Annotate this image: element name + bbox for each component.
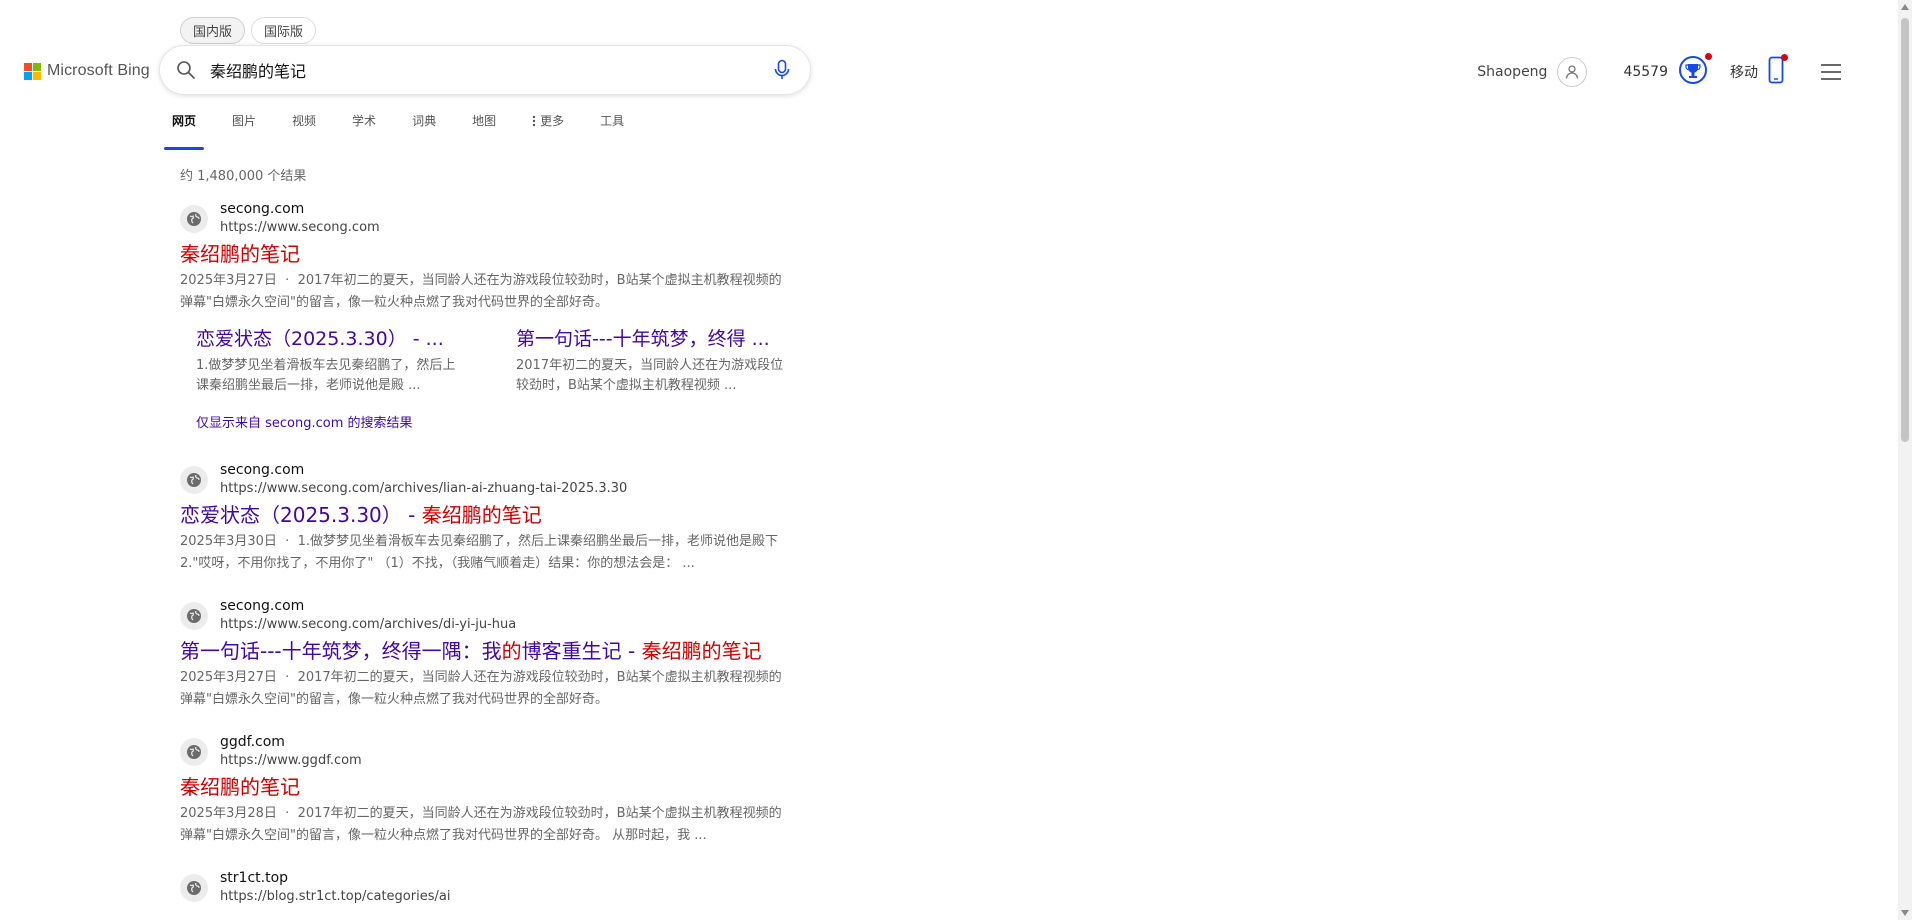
result-title-highlight: 的	[501, 639, 522, 663]
result-date: 2025年3月27日	[180, 273, 277, 288]
rewards-points: 45579	[1623, 64, 1668, 80]
result-domain: ggdf.com	[220, 734, 285, 750]
bing-logo[interactable]: Microsoft Bing	[24, 62, 150, 80]
user-name: Shaopeng	[1477, 64, 1548, 80]
rewards-badge[interactable]	[1678, 53, 1712, 89]
deeplink-item: 恋爱状态（2025.3.30） - ... 1.做梦梦见坐着滑板车去见秦绍鹏了，…	[196, 326, 466, 396]
globe-icon	[180, 602, 208, 630]
scrollbar-thumb[interactable]	[1901, 18, 1909, 442]
trophy-icon	[1679, 56, 1707, 84]
result-url: https://www.secong.com/archives/di-yi-ju…	[220, 617, 517, 632]
scroll-down-arrow-icon[interactable]	[1901, 910, 1909, 916]
result-title-highlight: 秦绍鹏的笔记	[421, 503, 542, 527]
result-source[interactable]: secong.com https://www.secong.com/archiv…	[180, 597, 790, 635]
mobile-button[interactable]: 移动	[1730, 54, 1788, 88]
result-title-highlight: 秦绍鹏的笔记	[641, 639, 762, 663]
result-title-part1: 第一句话---十年筑梦，终得一隅：我	[180, 639, 502, 663]
result-title-link[interactable]: 恋爱状态（2025.3.30） - 秦绍鹏的笔记	[180, 501, 790, 529]
more-vertical-icon	[532, 115, 536, 126]
result-url: https://blog.str1ct.top/categories/ai	[220, 889, 451, 904]
tab-web[interactable]: 网页	[163, 112, 205, 150]
avatar[interactable]	[1557, 57, 1588, 87]
tab-more-label: 更多	[540, 114, 565, 128]
result-source[interactable]: ggdf.com https://www.ggdf.com	[180, 733, 790, 771]
globe-icon	[180, 874, 208, 902]
result-url: https://www.ggdf.com	[220, 753, 362, 768]
microsoft-logo-icon	[24, 62, 41, 80]
result-title-part2: 博客重生记 -	[521, 639, 642, 663]
region-domestic-button[interactable]: 国内版	[180, 17, 246, 44]
results-list: 约 1,480,000 个结果 secong.com https://www.s…	[180, 165, 790, 920]
result-item: ggdf.com https://www.ggdf.com 秦绍鹏的笔记 202…	[180, 733, 790, 847]
microphone-icon[interactable]	[772, 59, 792, 81]
result-source[interactable]: secong.com https://www.secong.com	[180, 200, 790, 238]
deeplinks: 恋爱状态（2025.3.30） - ... 1.做梦梦见坐着滑板车去见秦绍鹏了，…	[180, 326, 790, 396]
result-url: https://www.secong.com	[220, 220, 380, 235]
tab-academic[interactable]: 学术	[352, 112, 376, 141]
result-item: secong.com https://www.secong.com/archiv…	[180, 597, 790, 711]
header-right: Shaopeng 45579 移动	[1477, 53, 1842, 89]
tab-dictionary[interactable]: 词典	[412, 112, 436, 141]
notification-dot	[1705, 53, 1712, 60]
rewards[interactable]: 45579	[1623, 53, 1712, 89]
search-bar	[160, 46, 810, 94]
person-icon	[1566, 65, 1579, 79]
user-account[interactable]: Shaopeng	[1477, 57, 1588, 87]
search-icon[interactable]	[176, 60, 196, 80]
region-switch: 国内版 国际版	[180, 17, 317, 44]
result-title-link[interactable]: 秦绍鹏的笔记	[180, 240, 790, 268]
deeplink-title-link[interactable]: 第一句话---十年筑梦，终得 ...	[516, 326, 786, 352]
result-title-link[interactable]: 秦绍鹏的笔记	[180, 773, 790, 801]
result-domain: secong.com	[220, 598, 305, 614]
hamburger-menu-icon[interactable]	[1820, 63, 1842, 81]
globe-icon	[180, 466, 208, 494]
result-snippet: 2025年3月27日 · 2017年初二的夏天，当同龄人还在为游戏段位较劲时，B…	[180, 270, 790, 314]
result-item: str1ct.top https://blog.str1ct.top/categ…	[180, 869, 790, 907]
results-count: 约 1,480,000 个结果	[180, 169, 307, 184]
logo-text: Microsoft Bing	[47, 62, 150, 79]
date-separator: ·	[285, 670, 290, 685]
date-separator: ·	[285, 273, 290, 288]
date-separator: ·	[285, 534, 290, 549]
result-date: 2025年3月30日	[180, 534, 277, 549]
tab-tools[interactable]: 工具	[600, 112, 624, 141]
tab-maps[interactable]: 地图	[472, 112, 496, 141]
deeplink-title-link[interactable]: 恋爱状态（2025.3.30） - ...	[196, 326, 466, 352]
search-input[interactable]	[210, 60, 730, 80]
notification-dot	[1781, 54, 1788, 61]
result-title-link[interactable]: 第一句话---十年筑梦，终得一隅：我的博客重生记 - 秦绍鹏的笔记	[180, 637, 790, 665]
scroll-up-arrow-icon[interactable]	[1901, 4, 1909, 10]
result-date: 2025年3月27日	[180, 670, 277, 685]
tab-images[interactable]: 图片	[232, 112, 256, 141]
result-item: secong.com https://www.secong.com/archiv…	[180, 461, 790, 575]
more-from-site-link[interactable]: 仅显示来自 secong.com 的搜索结果	[180, 412, 790, 431]
result-item: secong.com https://www.secong.com 秦绍鹏的笔记…	[180, 200, 790, 431]
tab-more[interactable]: 更多	[532, 112, 564, 141]
tab-videos[interactable]: 视频	[292, 112, 316, 141]
deeplink-item: 第一句话---十年筑梦，终得 ... 2017年初二的夏天，当同龄人还在为游戏段…	[516, 326, 786, 396]
globe-icon	[180, 205, 208, 233]
result-source[interactable]: secong.com https://www.secong.com/archiv…	[180, 461, 790, 499]
result-domain: secong.com	[220, 462, 305, 478]
result-title-main: 恋爱状态（2025.3.30） -	[180, 503, 422, 527]
globe-icon	[180, 738, 208, 766]
result-snippet: 2025年3月30日 · 1.做梦梦见坐着滑板车去见秦绍鹏了，然后上课秦绍鹏坐最…	[180, 531, 790, 575]
date-separator: ·	[285, 806, 290, 821]
deeplink-snippet: 1.做梦梦见坐着滑板车去见秦绍鹏了，然后上课秦绍鹏坐最后一排，老师说他是殿 ..…	[196, 358, 456, 393]
scrollbar[interactable]	[1898, 0, 1912, 920]
mobile-label: 移动	[1730, 65, 1758, 81]
result-url: https://www.secong.com/archives/lian-ai-…	[220, 481, 628, 496]
result-domain: str1ct.top	[220, 870, 289, 886]
mobile-badge	[1768, 54, 1788, 88]
result-date: 2025年3月28日	[180, 806, 277, 821]
result-snippet: 2025年3月28日 · 2017年初二的夏天，当同龄人还在为游戏段位较劲时，B…	[180, 803, 790, 847]
result-source[interactable]: str1ct.top https://blog.str1ct.top/categ…	[180, 869, 790, 907]
search-nav-tabs: 网页 图片 视频 学术 词典 地图 更多 工具	[163, 112, 660, 150]
region-international-button[interactable]: 国际版	[251, 17, 317, 44]
result-snippet: 2025年3月27日 · 2017年初二的夏天，当同龄人还在为游戏段位较劲时，B…	[180, 667, 790, 711]
result-domain: secong.com	[220, 201, 305, 217]
deeplink-snippet: 2017年初二的夏天，当同龄人还在为游戏段位较劲时，B站某个虚拟主机教程视频 .…	[516, 358, 784, 393]
